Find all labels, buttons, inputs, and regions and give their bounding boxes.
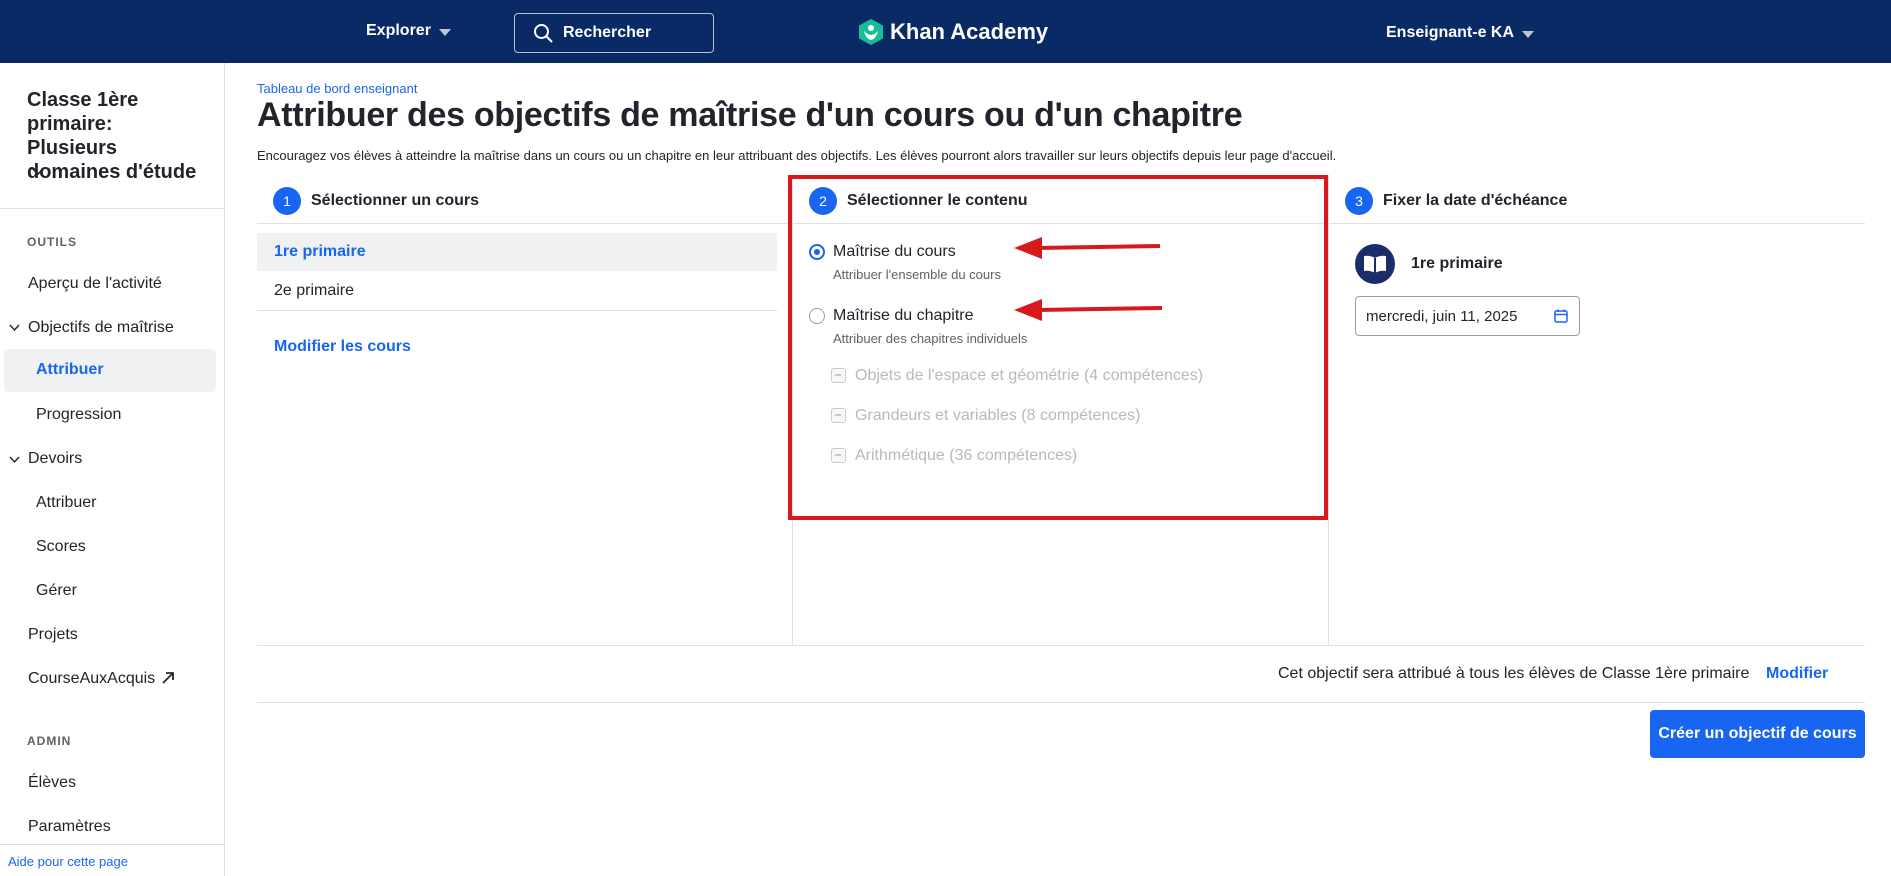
sidebar-item-courseauxacquis[interactable]: CourseAuxAcquis [28, 670, 175, 688]
admin-section-label: ADMIN [27, 734, 72, 748]
step-number: 1 [273, 187, 301, 215]
create-course-goal-button[interactable]: Créer un objectif de cours [1650, 710, 1865, 758]
khan-leaf-icon [859, 19, 883, 45]
step-3-header: 3 Fixer la date d'échéance [1345, 187, 1567, 215]
sidebar: Classe 1ère primaire: Plusieurs domaines… [0, 63, 225, 876]
sidebar-item-students[interactable]: Élèves [28, 774, 76, 792]
calendar-icon[interactable] [1553, 308, 1569, 324]
divider [1328, 223, 1865, 224]
book-icon [1364, 255, 1386, 273]
sidebar-item-mastery-goals[interactable]: Objectifs de maîtrise [28, 319, 174, 337]
breadcrumb[interactable]: Tableau de bord enseignant [257, 81, 417, 96]
help-bar: Aide pour cette page [0, 844, 224, 876]
top-nav-bar: Explorer Rechercher Khan Academy Enseign… [0, 0, 1891, 63]
step-title: Fixer la date d'échéance [1383, 192, 1568, 209]
chevron-down-icon[interactable] [9, 322, 20, 333]
help-link[interactable]: Aide pour cette page [8, 854, 128, 869]
chevron-down-icon [438, 28, 451, 36]
step-1-header: 1 Sélectionner un cours [273, 187, 479, 215]
due-date-value: mercredi, juin 11, 2025 [1366, 308, 1518, 325]
step-title: Sélectionner un cours [311, 192, 480, 209]
search-icon [534, 24, 553, 43]
user-menu[interactable]: Enseignant-e KA [1386, 24, 1535, 42]
search-input[interactable]: Rechercher [514, 13, 714, 53]
course-item-2e-primaire[interactable]: 2e primaire [257, 272, 777, 310]
sidebar-item-label: CourseAuxAcquis [28, 670, 156, 687]
course-avatar [1355, 244, 1395, 284]
sidebar-item-mastery-assign[interactable]: Attribuer [4, 349, 216, 392]
due-course-name: 1re primaire [1411, 255, 1503, 272]
tools-section-label: OUTILS [27, 235, 77, 249]
sidebar-item-assignments[interactable]: Devoirs [28, 450, 82, 468]
user-label: Enseignant-e KA [1386, 24, 1515, 41]
page-title: Attribuer des objectifs de maîtrise d'un… [257, 96, 1243, 134]
class-title: Classe 1ère primaire: Plusieurs domaines… [27, 89, 197, 183]
modify-students-link[interactable]: Modifier [1766, 665, 1828, 683]
explorer-label: Explorer [366, 22, 431, 39]
logo-text: Khan Academy [890, 19, 1049, 44]
annotation-highlight-box [788, 175, 1328, 520]
chevron-down-icon[interactable] [9, 454, 20, 465]
search-label: Rechercher [563, 24, 652, 41]
sidebar-item-scores[interactable]: Scores [36, 538, 86, 556]
chevron-down-icon[interactable] [30, 163, 46, 179]
sidebar-item-activity-overview[interactable]: Aperçu de l'activité [28, 275, 162, 293]
explorer-menu[interactable]: Explorer [366, 22, 451, 40]
page-description: Encouragez vos élèves à atteindre la maî… [257, 148, 1337, 163]
sidebar-item-settings[interactable]: Paramètres [28, 818, 111, 836]
annotation-arrow-icon [1014, 237, 1161, 259]
modify-courses-link[interactable]: Modifier les cours [274, 338, 411, 356]
due-date-field[interactable]: mercredi, juin 11, 2025 [1355, 296, 1580, 336]
annotation-arrow-icon [1014, 299, 1162, 321]
sidebar-item-assignments-assign[interactable]: Attribuer [36, 494, 96, 512]
course-item-1re-primaire[interactable]: 1re primaire [257, 233, 777, 271]
khan-academy-logo[interactable]: Khan Academy [858, 18, 1048, 46]
column-divider [1328, 175, 1329, 645]
divider [0, 208, 224, 209]
assignment-note: Cet objectif sera attribué à tous les él… [1278, 665, 1750, 682]
external-link-icon [162, 672, 175, 684]
chevron-down-icon [1522, 30, 1535, 38]
sidebar-item-mastery-progress[interactable]: Progression [36, 406, 121, 424]
sidebar-item-projects[interactable]: Projets [28, 626, 78, 644]
divider [257, 702, 1865, 703]
step-number: 3 [1345, 187, 1373, 215]
sidebar-item-manage[interactable]: Gérer [36, 582, 77, 600]
divider [257, 645, 1865, 646]
divider [257, 223, 792, 224]
divider [257, 310, 777, 311]
